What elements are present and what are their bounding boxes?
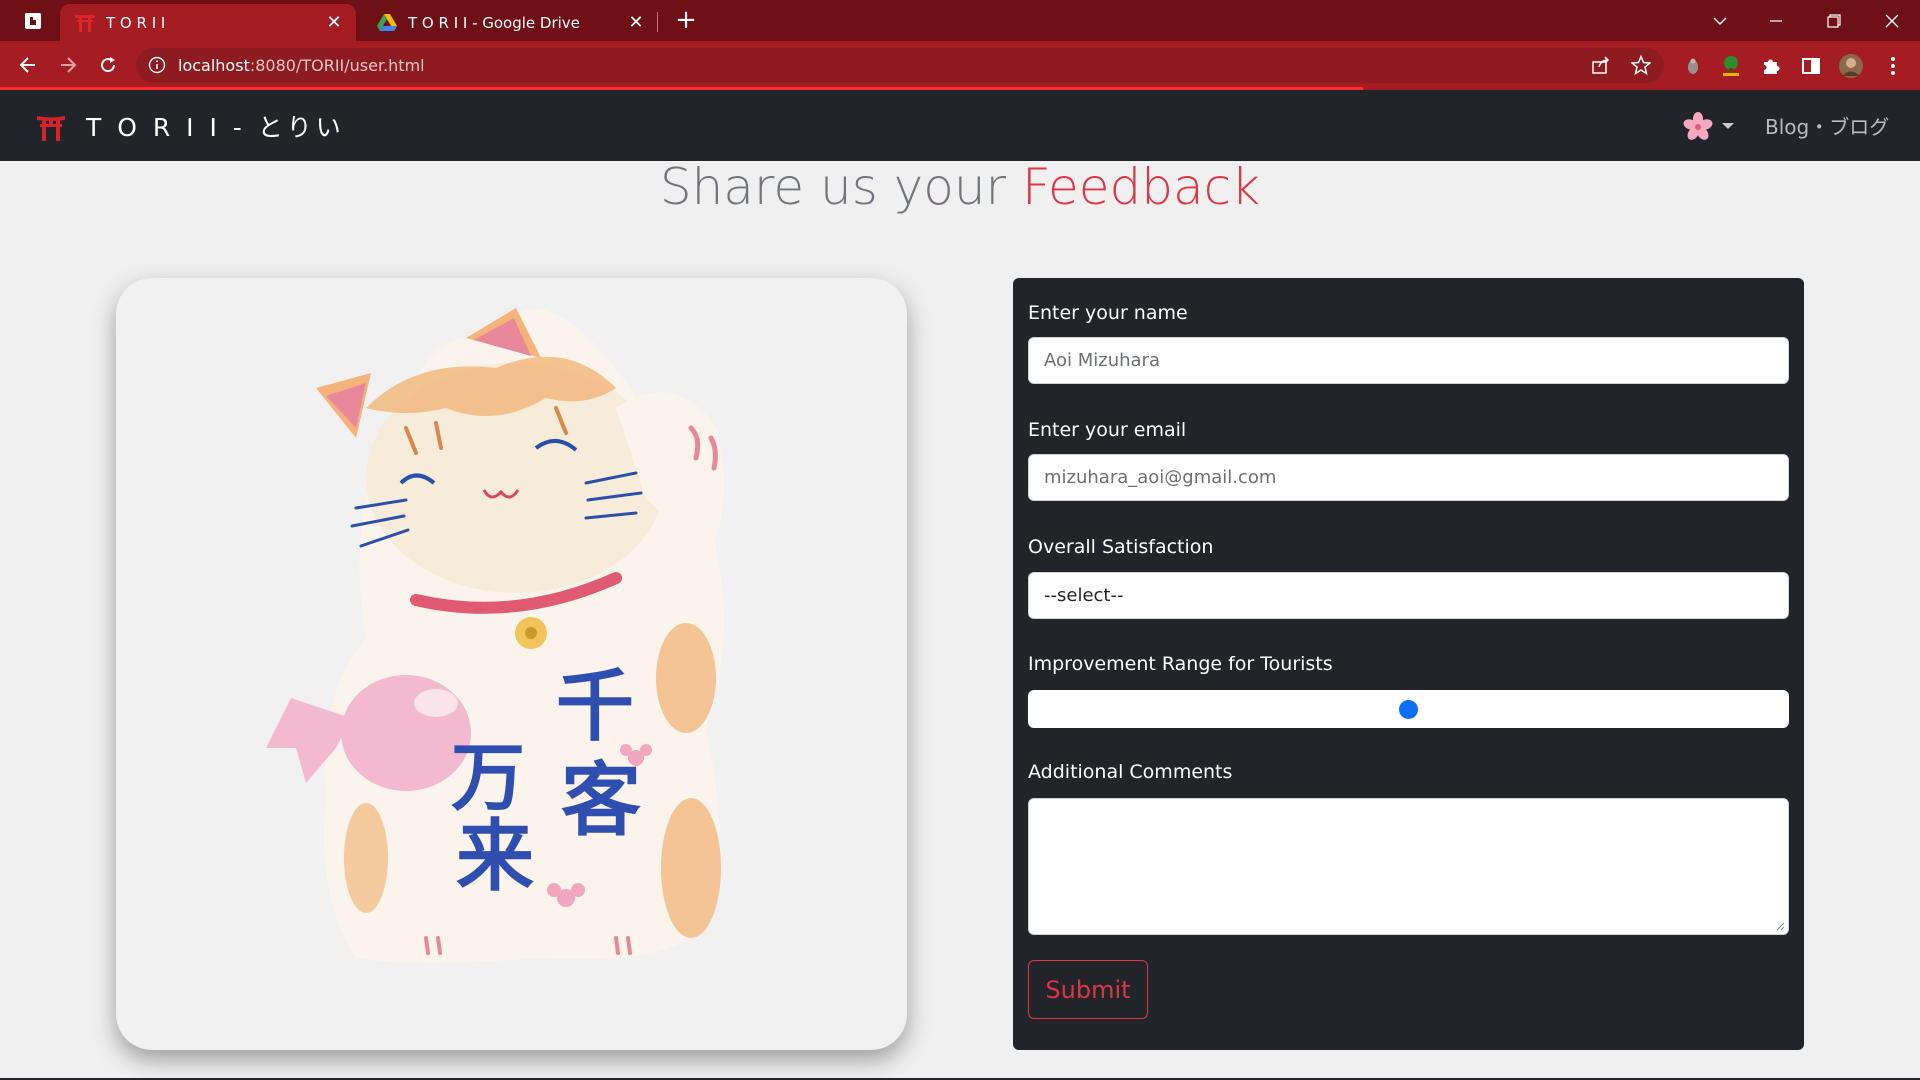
calligraphy-char: 来 [456,812,534,902]
comments-label: Additional Comments [1028,761,1233,783]
extension-gray-icon[interactable] [1680,53,1706,79]
new-tab-button[interactable]: + [672,6,700,34]
url-text: localhost:8080/TORII/user.html [178,56,425,75]
satisfaction-select[interactable]: --select-- [1028,572,1789,619]
submit-button[interactable]: Submit [1028,960,1148,1019]
browser-toolbar: localhost:8080/TORII/user.html [0,41,1920,90]
browser-tab-bar: T O R I I ✕ T O R I I - Google Drive ✕ + [0,0,1920,41]
calligraphy-char: 万 [451,735,525,821]
page-title-accent: Feedback [1022,158,1261,216]
slider-thumb[interactable] [1399,700,1418,719]
name-input[interactable]: Aoi Mizuhara [1028,337,1789,384]
email-label: Enter your email [1028,419,1187,441]
minimize-icon[interactable] [1748,0,1804,41]
tab-google-drive[interactable]: T O R I I - Google Drive ✕ [362,4,658,41]
feedback-form: Enter your name Aoi Mizuhara Enter your … [1013,278,1804,1050]
calligraphy-char: 千 [556,662,634,752]
tab-title: T O R I I [106,13,166,32]
restore-icon[interactable] [1806,0,1862,41]
tab-title: T O R I I - Google Drive [408,13,580,32]
name-label: Enter your name [1028,302,1188,324]
forward-icon[interactable] [52,49,84,81]
email-input-value: mizuhara_aoi@gmail.com [1044,467,1277,488]
maneki-neko-illustration: 千 客 万 来 [266,308,724,963]
reload-icon[interactable] [92,49,124,81]
blog-link[interactable]: Blog・ブログ [1765,111,1889,140]
comments-textarea[interactable] [1028,798,1789,935]
tab-torii[interactable]: T O R I I ✕ [60,4,356,41]
satisfaction-selected: --select-- [1044,585,1124,606]
site-brand[interactable]: T O R I I - とりい [86,108,345,144]
sakura-icon[interactable] [1683,112,1713,142]
address-bar[interactable]: localhost:8080/TORII/user.html [136,48,1664,83]
site-navbar: T O R I I - とりい Blog・ブログ [0,90,1920,161]
close-window-icon[interactable] [1864,0,1920,41]
app-launcher-icon[interactable] [22,10,44,32]
extensions-puzzle-icon[interactable] [1758,53,1784,79]
calligraphy-char: 客 [561,754,641,847]
improvement-range-slider[interactable] [1028,690,1789,728]
page-title: Share us your Feedback [0,158,1920,216]
email-input[interactable]: mizuhara_aoi@gmail.com [1028,454,1789,501]
url-path: :8080/TORII/user.html [249,56,425,75]
tab-search-icon[interactable] [1692,0,1748,41]
browser-menu-icon[interactable] [1880,53,1906,79]
close-tab-icon[interactable]: ✕ [324,12,344,33]
tab-separator [657,12,658,32]
share-icon[interactable] [1588,52,1614,78]
close-tab-icon[interactable]: ✕ [626,12,646,33]
url-host: localhost [178,56,250,75]
bookmark-star-icon[interactable] [1628,52,1654,78]
resize-grip-icon[interactable] [1775,921,1785,931]
side-panel-icon[interactable] [1798,53,1824,79]
site-info-icon[interactable] [148,56,166,74]
caret-down-icon[interactable] [1722,123,1734,129]
name-input-value: Aoi Mizuhara [1044,350,1160,371]
maneki-neko-card: 千 客 万 来 [116,278,907,1050]
extension-tree-icon[interactable] [1718,53,1744,79]
improvement-label: Improvement Range for Tourists [1028,653,1333,675]
page-title-prefix: Share us your [659,158,1022,216]
back-icon[interactable] [12,49,44,81]
satisfaction-label: Overall Satisfaction [1028,536,1214,558]
torii-gate-icon[interactable] [36,112,66,142]
torii-favicon-icon [74,12,96,34]
profile-avatar[interactable] [1838,53,1864,79]
google-drive-icon [376,12,398,34]
